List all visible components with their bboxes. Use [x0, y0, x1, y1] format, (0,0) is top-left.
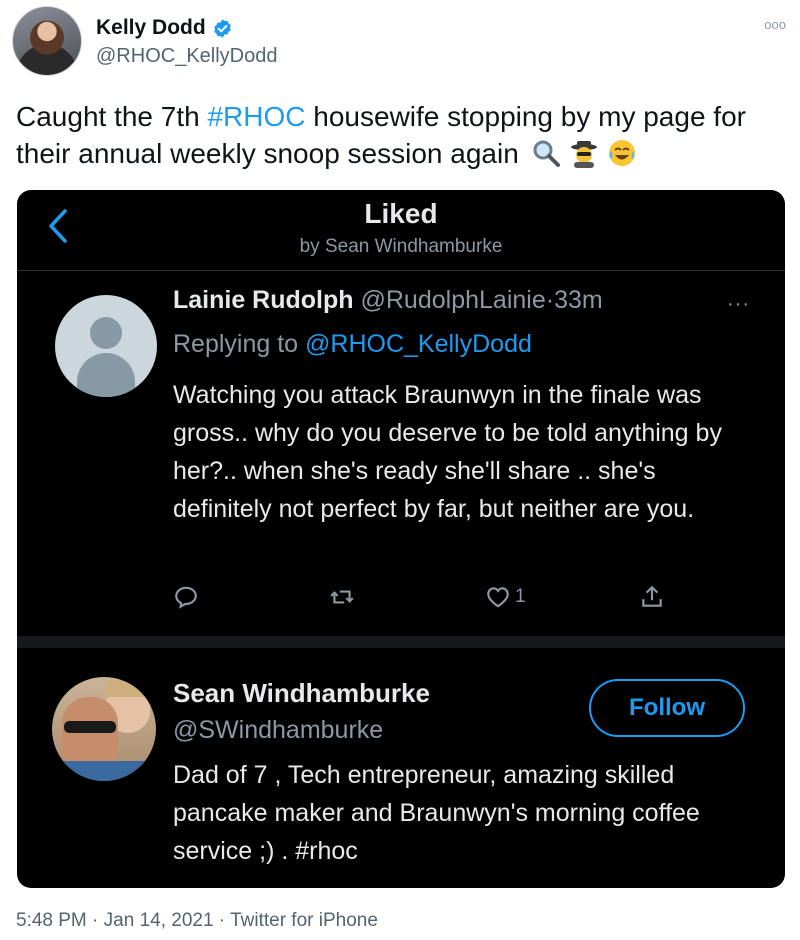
follow-button[interactable]: Follow [589, 679, 745, 737]
card-subtitle: by Sean Windhamburke [299, 236, 503, 257]
reply-icon [175, 586, 197, 609]
tweet-text-start: Caught the 7th [16, 101, 208, 132]
retweet-icon [330, 590, 354, 604]
profile-avatar[interactable] [52, 677, 156, 781]
replying-to: Replying to @RHOC_KellyDodd [173, 330, 532, 359]
share-icon [642, 585, 662, 607]
heart-icon [487, 587, 509, 608]
divider [17, 270, 785, 271]
reply-author-handle[interactable]: @RudolphLainie [361, 286, 546, 314]
replying-to-mention[interactable]: @RHOC_KellyDodd [305, 330, 532, 358]
reply-author-name[interactable]: Lainie Rudolph [173, 286, 354, 314]
reply-header: Lainie Rudolph @RudolphLainie·33m [173, 286, 603, 315]
reply-separator: · [545, 286, 555, 314]
footer-separator: · [213, 910, 231, 931]
magnifying-glass-icon [533, 140, 560, 167]
author-name[interactable]: Kelly Dodd [96, 16, 233, 40]
author-avatar[interactable] [12, 6, 82, 76]
footer-separator: · [86, 910, 104, 931]
tweet-text: Caught the 7th #RHOC housewife stopping … [16, 98, 786, 172]
detective-icon [570, 141, 597, 168]
emoji-row [531, 138, 637, 168]
tweet-footer: 5:48 PM · Jan 14, 2021 · Twitter for iPh… [16, 910, 378, 932]
avatar-child-hair [104, 677, 152, 697]
reply-body: Watching you attack Braunwyn in the fina… [173, 381, 722, 523]
profile-handle[interactable]: @SWindhamburke [173, 716, 383, 745]
like-count: 1 [515, 586, 526, 607]
like-action[interactable]: 1 [485, 584, 526, 610]
footer-source[interactable]: Twitter for iPhone [230, 910, 378, 931]
profile-bio: Dad of 7 , Tech entrepreneur, amazing sk… [173, 761, 700, 865]
footer-date[interactable]: Jan 14, 2021 [104, 910, 214, 931]
replying-to-label: Replying to [173, 330, 306, 358]
reply-timestamp[interactable]: 33m [554, 286, 603, 314]
default-avatar-head [90, 317, 122, 349]
default-avatar-shoulders [77, 353, 135, 397]
share-action[interactable] [639, 584, 665, 610]
reply-action[interactable] [173, 584, 199, 610]
card-header: Liked by Sean Windhamburke [17, 190, 785, 268]
tears-of-joy-icon [608, 140, 635, 166]
hashtag-link[interactable]: #RHOC [207, 101, 305, 132]
reply-actions: 1 [173, 584, 693, 614]
reply-more-icon[interactable]: ··· [727, 293, 750, 316]
retweet-action[interactable] [329, 584, 355, 610]
verified-badge-icon [213, 18, 231, 38]
more-options-icon[interactable]: ooo [764, 17, 786, 32]
author-handle[interactable]: @RHOC_KellyDodd [96, 45, 277, 68]
avatar-shirt [52, 761, 156, 781]
section-divider [17, 636, 785, 648]
tweet: Kelly Dodd @RHOC_KellyDodd ooo Caught th… [0, 0, 800, 940]
profile-name[interactable]: Sean Windhamburke [173, 678, 430, 709]
reply-avatar-default[interactable] [55, 295, 157, 397]
avatar-sunglasses [64, 721, 116, 733]
footer-time[interactable]: 5:48 PM [16, 910, 87, 931]
author-name-text[interactable]: Kelly Dodd [96, 16, 206, 40]
card-title: Liked [364, 198, 438, 229]
embedded-screenshot-card[interactable]: Liked by Sean Windhamburke Lainie Rudolp… [17, 190, 785, 888]
